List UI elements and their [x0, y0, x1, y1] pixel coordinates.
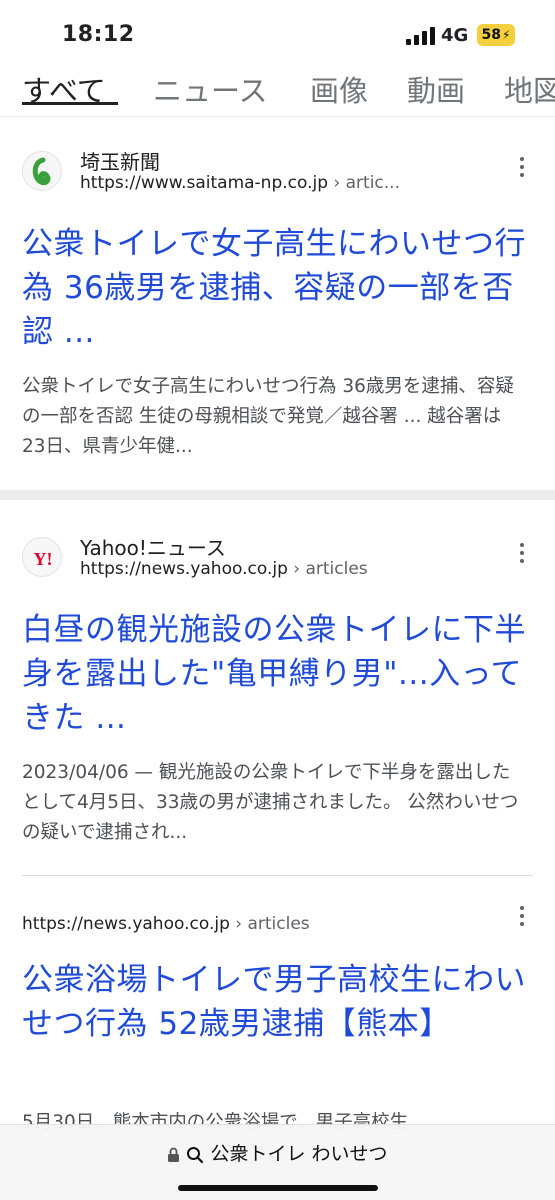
- home-indicator[interactable]: [178, 1185, 378, 1191]
- charging-icon: ⚡: [502, 28, 511, 42]
- network-type: 4G: [441, 25, 469, 46]
- url-text: https://news.yahoo.co.jp: [80, 559, 288, 579]
- status-time: 18:12: [62, 22, 135, 47]
- tab-images[interactable]: 画像: [310, 68, 368, 110]
- result-title-link[interactable]: 公衆浴場トイレで男子高校生にわいせつ行為 52歳男逮捕【熊本】: [22, 958, 532, 1046]
- result-title-link[interactable]: 公衆トイレで女子高生にわいせつ行為 36歳男を逮捕、容疑の一部を否認 ...: [22, 222, 532, 354]
- site-url: https://www.saitama-np.co.jp › artic...: [80, 173, 400, 193]
- site-name: 埼玉新聞: [80, 150, 160, 174]
- url-crumb: › articles: [235, 914, 310, 934]
- search-results-page: 18:12 4G 58 ⚡ すべて ニュース 画像 動画 地図 埼玉新聞 htt…: [0, 0, 555, 1200]
- svg-text:Y!: Y!: [34, 549, 53, 569]
- site-url: https://news.yahoo.co.jp › articles: [22, 914, 310, 934]
- saitama-np-favicon-icon: [22, 151, 62, 191]
- more-options-icon[interactable]: [518, 157, 526, 181]
- url-text: https://www.saitama-np.co.jp: [80, 173, 329, 193]
- yahoo-favicon-icon: Y!: [22, 537, 62, 577]
- result-title-link[interactable]: 白昼の観光施設の公衆トイレに下半身を露出した"亀甲縛り男"...入ってきた ..…: [22, 608, 532, 740]
- active-tab-indicator: [22, 102, 118, 105]
- result-separator: [22, 875, 533, 876]
- result-snippet: 2023/04/06 — 観光施設の公衆トイレで下半身を露出したとして4月5日、…: [22, 762, 519, 843]
- site-url: https://news.yahoo.co.jp › articles: [80, 559, 368, 579]
- result-separator: [0, 490, 555, 500]
- site-name: Yahoo!ニュース: [80, 536, 226, 560]
- more-options-icon[interactable]: [518, 906, 526, 930]
- browser-address-bar: 公衆トイレ わいせつ: [0, 1124, 555, 1200]
- tab-maps[interactable]: 地図: [504, 68, 555, 110]
- url-crumb: › artic...: [333, 173, 400, 193]
- tab-videos[interactable]: 動画: [407, 68, 465, 110]
- battery-level: 58: [481, 27, 502, 43]
- url-crumb: › articles: [293, 559, 368, 579]
- address-field[interactable]: 公衆トイレ わいせつ: [0, 1139, 555, 1169]
- search-icon: [187, 1146, 204, 1163]
- battery-icon: 58 ⚡: [477, 24, 515, 46]
- tab-news[interactable]: ニュース: [153, 68, 268, 110]
- address-query: 公衆トイレ わいせつ: [210, 1143, 388, 1165]
- url-text: https://news.yahoo.co.jp: [22, 914, 230, 934]
- status-bar: 18:12 4G 58 ⚡: [0, 0, 555, 60]
- divider: [0, 116, 555, 117]
- result-snippet: 公衆トイレで女子高生にわいせつ行為 36歳男を逮捕、容疑の一部を否認 生徒の母親…: [22, 376, 514, 457]
- more-options-icon[interactable]: [518, 543, 526, 567]
- lock-icon: [168, 1147, 180, 1162]
- signal-icon: [406, 27, 435, 45]
